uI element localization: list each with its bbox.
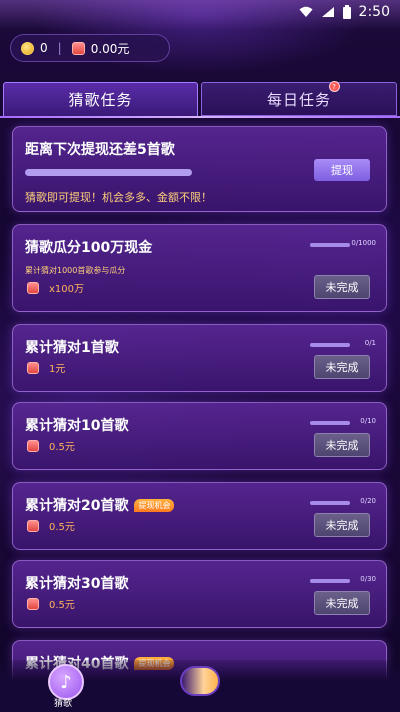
status-bar: 2:50 xyxy=(0,0,400,24)
reward-amount: 0.5元 xyxy=(49,522,75,533)
cash-icon xyxy=(27,597,39,610)
withdraw-subtitle: 猜歌即可提现！机会多多、金额不限！ xyxy=(25,191,212,204)
task-tabs: 猜歌任务 每日任务 ? xyxy=(0,81,400,116)
task-card: 累计猜对20首歌 提现机会 0/20 0.5元 未完成 xyxy=(12,482,387,550)
task-reward: 0.5元 xyxy=(27,518,75,533)
task-status-button[interactable]: 未完成 xyxy=(314,275,370,299)
task-title: 累计猜对20首歌 提现机会 xyxy=(25,495,175,515)
task-description: 累计猜对1000首歌参与瓜分 xyxy=(25,266,126,275)
status-time: 2:50 xyxy=(358,4,390,20)
coin-balance: 0 xyxy=(40,41,48,55)
cash-balance: 0.00元 xyxy=(90,41,130,56)
task-title: 累计猜对10首歌 xyxy=(25,418,129,434)
balance-pill[interactable]: 0 | 0.00元 xyxy=(10,34,170,62)
music-note-icon[interactable]: ♪ xyxy=(48,664,84,700)
floating-action-button[interactable] xyxy=(180,666,220,696)
withdraw-button[interactable]: 提现 xyxy=(314,159,370,181)
tab-guess-song-tasks[interactable]: 猜歌任务 xyxy=(3,82,198,116)
battery-icon xyxy=(342,5,351,19)
task-title: 猜歌瓜分100万现金 xyxy=(25,240,153,256)
task-reward: 0.5元 xyxy=(27,438,75,453)
cash-icon xyxy=(27,519,39,532)
task-card: 累计猜对10首歌 0/10 0.5元 未完成 xyxy=(12,402,387,470)
task-status-button[interactable]: 未完成 xyxy=(314,355,370,379)
task-progress-text: 0/20 xyxy=(360,497,376,505)
wifi-icon xyxy=(299,6,313,17)
reward-amount: 0.5元 xyxy=(49,442,75,453)
task-title: 累计猜对1首歌 xyxy=(25,340,119,356)
task-status-button[interactable]: 未完成 xyxy=(314,433,370,457)
task-progress-bar xyxy=(310,501,350,505)
task-progress-text: 0/30 xyxy=(360,575,376,583)
task-progress-text: 0/1 xyxy=(364,339,376,347)
task-progress-bar xyxy=(310,579,350,583)
reward-amount: 0.5元 xyxy=(49,600,75,611)
withdraw-progress-bar xyxy=(25,169,192,176)
task-title-text: 累计猜对20首歌 xyxy=(25,498,129,514)
task-progress-text: 0/1000 xyxy=(351,239,376,247)
notification-dot: ? xyxy=(329,81,340,92)
withdraw-chance-badge: 提现机会 xyxy=(134,498,175,512)
task-title: 累计猜对30首歌 xyxy=(25,576,129,592)
task-progress-bar xyxy=(310,421,350,425)
task-status-button[interactable]: 未完成 xyxy=(314,591,370,615)
task-progress-bar xyxy=(310,343,350,347)
task-progress-text: 0/10 xyxy=(360,417,376,425)
cash-icon xyxy=(27,361,39,374)
task-card: 猜歌瓜分100万现金 0/1000 累计猜对1000首歌参与瓜分 x100万 未… xyxy=(12,224,387,312)
reward-amount: 1元 xyxy=(49,364,66,375)
cash-icon xyxy=(27,281,39,294)
withdraw-title: 距离下次提现还差5首歌 xyxy=(25,142,175,158)
signal-icon xyxy=(321,7,334,17)
task-reward: 1元 xyxy=(27,360,65,375)
reward-amount: x100万 xyxy=(49,284,85,295)
cash-icon xyxy=(27,439,39,452)
task-progress-bar xyxy=(310,243,350,247)
task-status-button[interactable]: 未完成 xyxy=(314,513,370,537)
balance-divider: | xyxy=(57,41,62,55)
tab-label: 每日任务 xyxy=(266,90,331,109)
cash-icon xyxy=(71,41,85,55)
task-card: 累计猜对1首歌 0/1 1元 未完成 xyxy=(12,324,387,392)
nav-guess-label[interactable]: 猜歌 xyxy=(54,696,72,709)
tab-label: 猜歌任务 xyxy=(68,91,133,109)
tab-daily-tasks[interactable]: 每日任务 ? xyxy=(201,81,397,116)
withdraw-card: 距离下次提现还差5首歌 提现 猜歌即可提现！机会多多、金额不限！ xyxy=(12,126,387,212)
task-card: 累计猜对30首歌 0/30 0.5元 未完成 xyxy=(12,560,387,628)
task-reward: 0.5元 xyxy=(27,596,75,611)
coin-icon xyxy=(21,41,34,55)
tab-underline xyxy=(0,116,400,118)
task-reward: x100万 xyxy=(27,280,84,295)
